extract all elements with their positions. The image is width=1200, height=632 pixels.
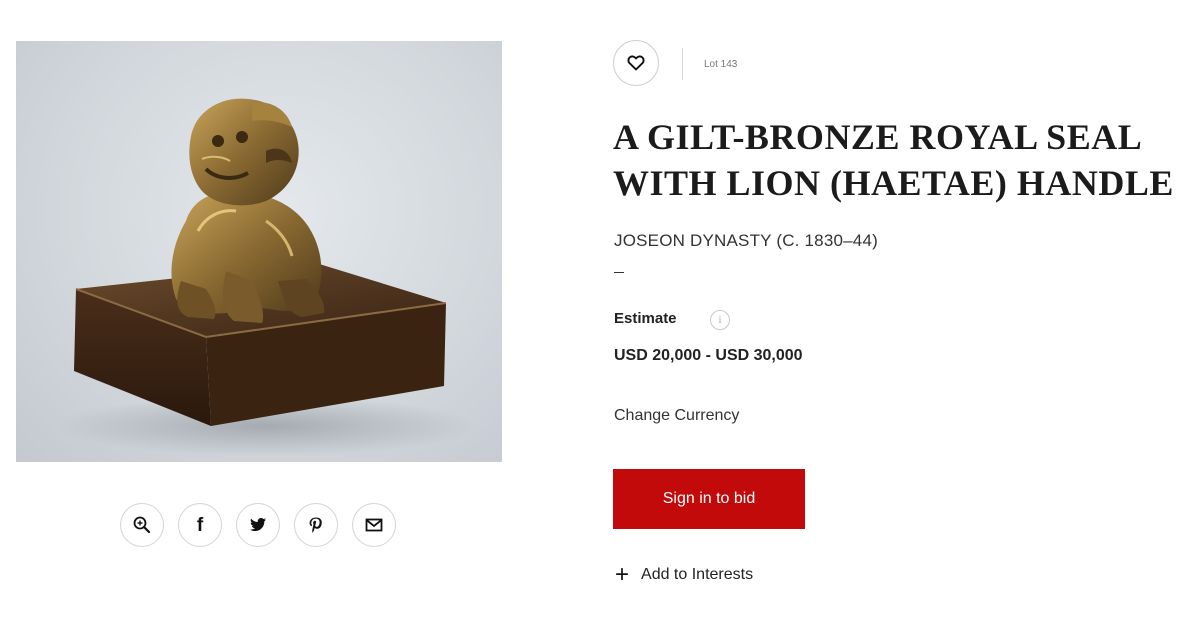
lot-subtitle: JOSEON DYNASTY (C. 1830–44) — [614, 231, 878, 250]
change-currency-link[interactable]: Change Currency — [614, 407, 739, 425]
pinterest-icon — [309, 517, 322, 533]
facebook-share-button[interactable]: f — [178, 503, 222, 547]
share-toolbar: f — [120, 503, 396, 547]
email-share-button[interactable] — [352, 503, 396, 547]
zoom-button[interactable] — [120, 503, 164, 547]
divider — [682, 48, 683, 80]
twitter-icon — [250, 518, 266, 532]
twitter-share-button[interactable] — [236, 503, 280, 547]
lot-title-line-1: A GILT-BRONZE ROYAL SEAL — [613, 117, 1143, 157]
dash-divider — [614, 272, 624, 273]
estimate-value: USD 20,000 - USD 30,000 — [614, 347, 803, 364]
lot-title: A GILT-BRONZE ROYAL SEAL WITH LION (HAET… — [613, 114, 1193, 206]
plus-icon: + — [615, 561, 630, 588]
lot-title-line-2: WITH LION (HAETAE) HANDLE — [613, 163, 1174, 203]
lot-number: Lot 143 — [704, 59, 738, 70]
seal-photo — [56, 98, 476, 456]
email-icon — [365, 518, 383, 532]
add-to-interests-button[interactable]: + Add to Interests — [615, 561, 754, 588]
heart-icon — [627, 55, 645, 71]
lot-image[interactable] — [16, 41, 502, 462]
pinterest-share-button[interactable] — [294, 503, 338, 547]
estimate-label: Estimate — [614, 310, 677, 327]
sign-in-to-bid-button[interactable]: Sign in to bid — [613, 469, 805, 529]
info-icon[interactable]: i — [710, 310, 730, 330]
facebook-icon: f — [196, 514, 204, 536]
add-to-interests-label: Add to Interests — [641, 566, 754, 583]
zoom-icon — [133, 516, 151, 534]
favorite-button[interactable] — [613, 40, 659, 86]
